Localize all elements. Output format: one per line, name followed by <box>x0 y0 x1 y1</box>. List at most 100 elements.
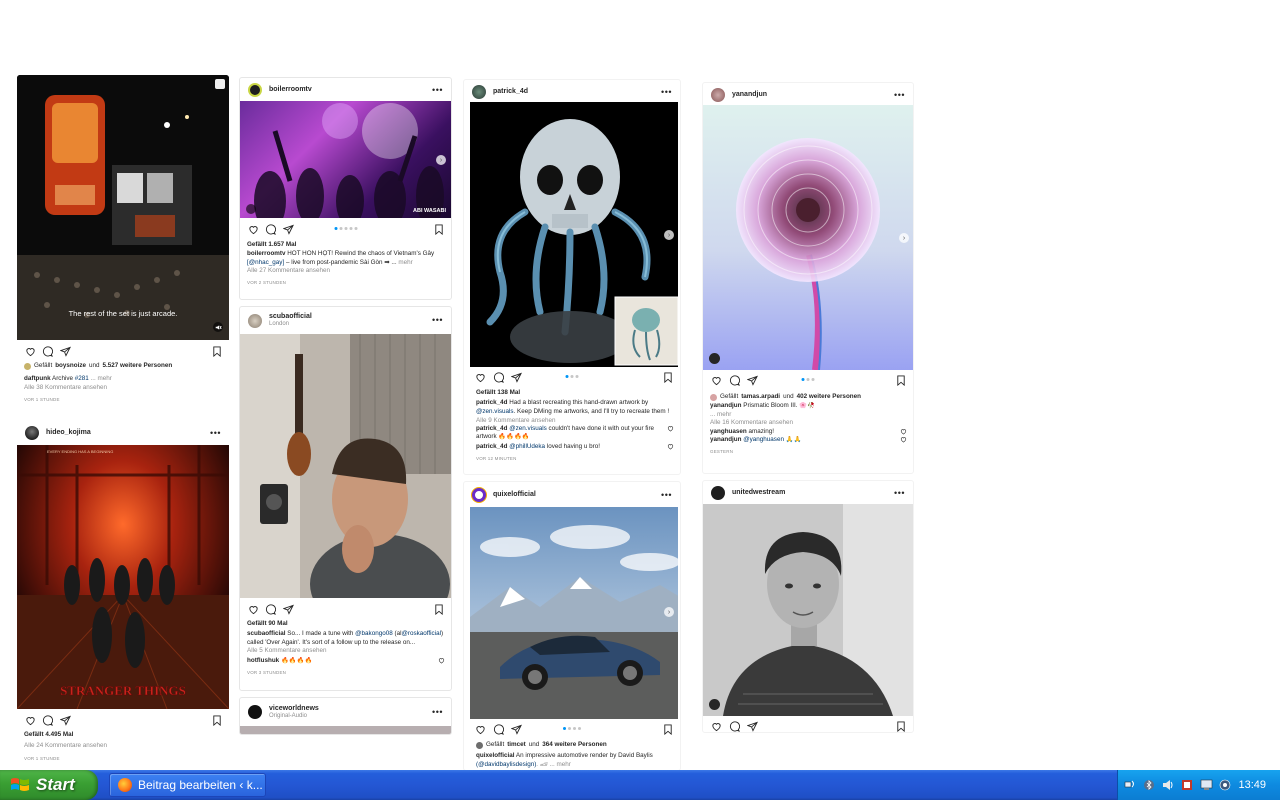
comment-user[interactable]: yanandjun <box>710 436 742 443</box>
comment-heart-icon[interactable] <box>667 443 674 451</box>
heart-icon[interactable] <box>710 720 722 732</box>
comment-icon[interactable] <box>728 374 740 386</box>
comment-icon[interactable] <box>41 714 53 726</box>
likes-rest[interactable]: 364 weitere Personen <box>542 741 606 749</box>
more-icon[interactable]: ••• <box>432 707 443 717</box>
comment-mention[interactable]: @phillUdeka <box>509 443 545 450</box>
share-icon[interactable] <box>746 374 758 386</box>
comment-user[interactable]: yanghuasen <box>710 428 747 435</box>
volume-icon[interactable] <box>1161 778 1175 792</box>
comment-icon[interactable] <box>492 371 504 383</box>
caption-more[interactable]: ... mehr <box>710 411 907 419</box>
caption-more[interactable]: mehr <box>398 259 412 266</box>
likes-count[interactable]: Gefällt 4.495 Mal <box>24 731 223 739</box>
avatar[interactable] <box>472 85 486 99</box>
chevron-right-icon[interactable]: › <box>664 230 674 240</box>
network-icon[interactable] <box>1123 778 1137 792</box>
heart-icon[interactable] <box>474 723 486 735</box>
chevron-right-icon[interactable]: › <box>664 607 674 617</box>
caption-more[interactable]: . 🏎 ... mehr <box>536 761 571 768</box>
more-icon[interactable]: ••• <box>210 428 221 438</box>
comments-link[interactable]: Alle 27 Kommentare ansehen <box>247 267 445 275</box>
post-username[interactable]: scubaofficial <box>269 313 312 321</box>
post-username[interactable]: quixelofficial <box>493 491 536 499</box>
caption-mention[interactable]: [@nhac_gay] <box>247 259 284 266</box>
user-tag-icon[interactable] <box>709 353 720 364</box>
post-media[interactable]: › <box>703 105 913 370</box>
comment-mention[interactable]: @zen.visuals <box>509 425 547 432</box>
clock[interactable]: 13:49 <box>1238 779 1266 791</box>
share-icon[interactable] <box>510 371 522 383</box>
caption-mention[interactable]: (@davidbaylisdesign) <box>476 761 536 768</box>
caption-user[interactable]: patrick_4d <box>476 399 508 406</box>
share-icon[interactable] <box>746 720 758 732</box>
comment-user[interactable]: patrick_4d <box>476 425 508 432</box>
avatar[interactable] <box>711 88 725 102</box>
liked-by-user[interactable]: timcet <box>507 741 526 749</box>
comment-heart-icon[interactable] <box>438 657 445 665</box>
more-icon[interactable]: ••• <box>661 87 672 97</box>
comments-link[interactable]: Alle 16 Kommentare ansehen <box>710 419 907 427</box>
bookmark-icon[interactable] <box>211 345 223 357</box>
share-icon[interactable] <box>282 223 294 235</box>
avatar[interactable] <box>248 83 262 97</box>
share-icon[interactable] <box>510 723 522 735</box>
avatar[interactable] <box>248 705 262 719</box>
likes-rest[interactable]: 402 weitere Personen <box>797 393 861 401</box>
comment-heart-icon[interactable] <box>900 428 907 436</box>
comment-icon[interactable] <box>41 345 53 357</box>
post-username[interactable]: boilerroomtv <box>269 86 312 94</box>
comment-icon[interactable] <box>728 720 740 732</box>
caption-mention-2[interactable]: @roskaofficial <box>401 630 441 637</box>
comment-icon[interactable] <box>264 603 276 615</box>
comments-link[interactable]: Alle 24 Kommentare ansehen <box>24 742 223 750</box>
comment-icon[interactable] <box>264 223 276 235</box>
caption-hashtag[interactable]: #281 <box>75 375 89 382</box>
mute-icon[interactable] <box>246 204 256 214</box>
post-media[interactable]: › <box>470 102 678 367</box>
post-media[interactable] <box>703 504 913 716</box>
post-media[interactable]: › <box>470 507 678 719</box>
post-username[interactable]: patrick_4d <box>493 88 528 96</box>
comment-user[interactable]: hotflushuk <box>247 657 279 664</box>
share-icon[interactable] <box>59 714 71 726</box>
bookmark-icon[interactable] <box>433 223 445 235</box>
display-icon[interactable] <box>1199 778 1213 792</box>
post-location[interactable]: London <box>269 321 312 328</box>
security-icon[interactable] <box>1180 778 1194 792</box>
caption-mention-1[interactable]: @bakongo08 <box>355 630 393 637</box>
avatar[interactable] <box>711 486 725 500</box>
liked-by-user[interactable]: boysnoize <box>55 362 86 370</box>
post-media[interactable] <box>240 334 451 598</box>
post-media[interactable]: › ABI WASABI <box>240 101 451 218</box>
comments-link[interactable]: Alle 5 Kommentare ansehen <box>247 647 445 655</box>
liked-by-user[interactable]: tamas.arpadi <box>741 393 780 401</box>
caption-user[interactable]: daftpunk <box>24 375 51 382</box>
bluetooth-icon[interactable] <box>1142 778 1156 792</box>
user-tag-icon[interactable] <box>709 699 720 710</box>
more-icon[interactable]: ••• <box>661 490 672 500</box>
comments-link[interactable]: Alle 38 Kommentare ansehen <box>24 384 223 392</box>
start-button[interactable]: Start <box>0 770 98 800</box>
caption-user[interactable]: boilerroomtv <box>247 250 286 257</box>
bookmark-icon[interactable] <box>895 720 907 732</box>
comment-mention[interactable]: @yanghuasen <box>743 436 784 443</box>
chevron-right-icon[interactable]: › <box>899 233 909 243</box>
caption-user[interactable]: quixelofficial <box>476 752 515 759</box>
caption-mention[interactable]: @zen.visuals <box>476 408 514 415</box>
comment-heart-icon[interactable] <box>667 425 674 433</box>
share-icon[interactable] <box>59 345 71 357</box>
likes-count[interactable]: Gefällt 138 Mal <box>476 389 674 397</box>
heart-icon[interactable] <box>247 223 259 235</box>
bookmark-icon[interactable] <box>662 723 674 735</box>
more-icon[interactable]: ••• <box>894 90 905 100</box>
heart-icon[interactable] <box>710 374 722 386</box>
heart-icon[interactable] <box>247 603 259 615</box>
more-icon[interactable]: ••• <box>432 85 443 95</box>
bookmark-icon[interactable] <box>895 374 907 386</box>
avatar[interactable] <box>472 488 486 502</box>
share-icon[interactable] <box>282 603 294 615</box>
comment-icon[interactable] <box>492 723 504 735</box>
comments-link[interactable]: Alle 9 Kommentare ansehen <box>476 417 674 425</box>
avatar[interactable] <box>248 313 262 328</box>
